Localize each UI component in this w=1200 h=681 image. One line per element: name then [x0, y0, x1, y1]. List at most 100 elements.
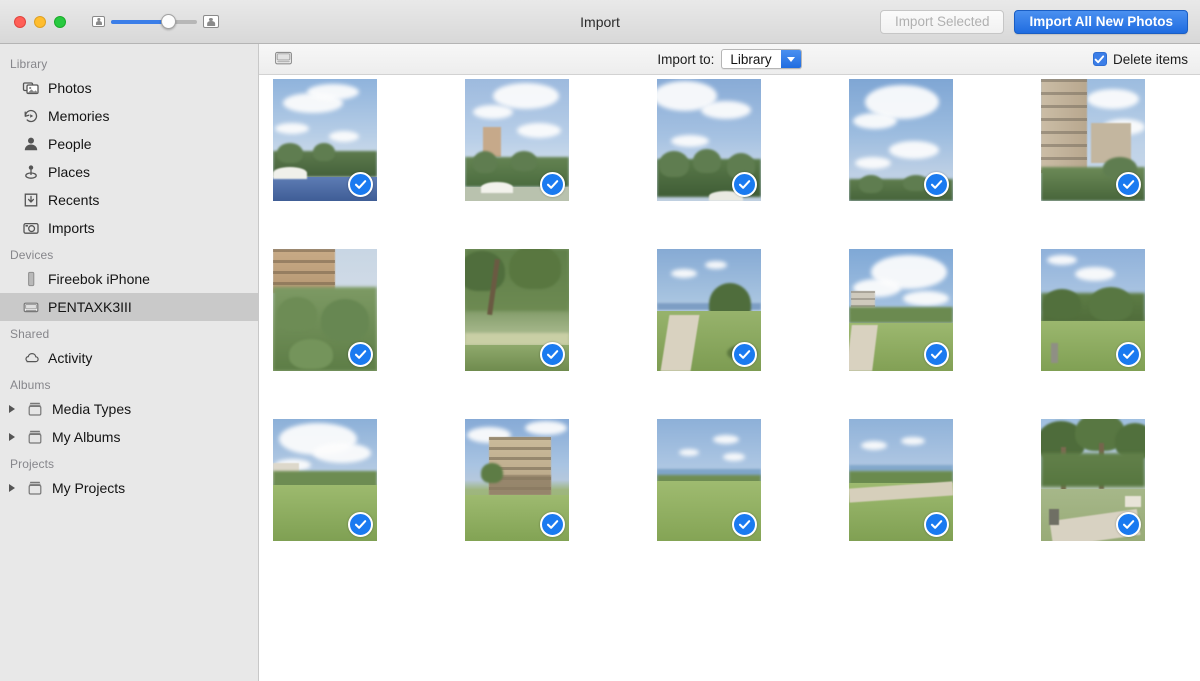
selected-checkmark-badge[interactable] [1116, 512, 1141, 537]
thumbnail-item[interactable] [657, 419, 761, 541]
places-icon [22, 163, 40, 181]
sidebar-item-label: Activity [48, 350, 93, 366]
sidebar-item-activity[interactable]: Activity [0, 344, 258, 372]
import-destination-select[interactable]: Library [721, 49, 802, 69]
thumbnail-size-slider[interactable] [111, 14, 197, 29]
window-titlebar: Import Import Selected Import All New Ph… [0, 0, 1200, 44]
sidebar-item-label: My Projects [52, 480, 126, 496]
selected-checkmark-badge[interactable] [732, 342, 757, 367]
sidebar-item-imports[interactable]: Imports [0, 214, 258, 242]
toolbar-actions: Import Selected Import All New Photos [879, 9, 1200, 34]
minimize-button[interactable] [34, 15, 46, 28]
sidebar-section-projects-header: Projects [10, 457, 55, 471]
close-button[interactable] [14, 15, 26, 28]
selected-checkmark-badge[interactable] [732, 512, 757, 537]
import-all-new-photos-button[interactable]: Import All New Photos [1014, 9, 1188, 34]
import-destination-value: Library [730, 51, 772, 67]
sidebar-item-label: People [48, 136, 92, 152]
chevron-right-icon[interactable] [9, 405, 15, 413]
thumbnail-item[interactable] [273, 419, 377, 541]
import-toolbar: Import to: Library Delete items [259, 44, 1200, 75]
thumbnail-item[interactable] [1041, 419, 1145, 541]
maximize-button[interactable] [54, 15, 66, 28]
recents-icon [22, 191, 40, 209]
imports-icon [22, 219, 40, 237]
sidebar-item-label: Imports [48, 220, 95, 236]
selected-checkmark-badge[interactable] [924, 172, 949, 197]
thumbnail-item[interactable] [849, 79, 953, 201]
sidebar-item-memories[interactable]: Memories [0, 102, 258, 130]
sidebar-section-shared-header: Shared [10, 327, 50, 341]
large-photo-icon [203, 15, 219, 28]
memories-icon [22, 107, 40, 125]
thumbnail-item[interactable] [849, 419, 953, 541]
thumbnail-item[interactable] [273, 249, 377, 371]
thumbnail-size-control [92, 14, 219, 29]
thumbnail-grid [273, 79, 1145, 541]
thumbnail-item[interactable] [273, 79, 377, 201]
thumbnail-item[interactable] [657, 79, 761, 201]
selected-checkmark-badge[interactable] [732, 172, 757, 197]
sidebar: Library Photos Memories People Places Re… [0, 44, 259, 681]
sidebar-item-my-projects[interactable]: My Projects [0, 474, 258, 502]
selected-checkmark-badge[interactable] [348, 172, 373, 197]
selected-checkmark-badge[interactable] [540, 342, 565, 367]
import-to-label: Import to: [657, 51, 715, 67]
sidebar-item-fireebok-iphone[interactable]: Fireebok iPhone [0, 265, 258, 293]
import-destination-group: Import to: Library [259, 49, 1200, 69]
sidebar-section-devices-header: Devices [10, 248, 54, 262]
sidebar-item-label: Recents [48, 192, 100, 208]
sidebar-item-places[interactable]: Places [0, 158, 258, 186]
selected-checkmark-badge[interactable] [1116, 342, 1141, 367]
selected-checkmark-badge[interactable] [1116, 172, 1141, 197]
sidebar-item-label: Photos [48, 80, 92, 96]
cloud-icon [22, 349, 40, 367]
thumbnail-item[interactable] [465, 419, 569, 541]
sidebar-item-people[interactable]: People [0, 130, 258, 158]
selected-checkmark-badge[interactable] [348, 342, 373, 367]
selected-checkmark-badge[interactable] [924, 342, 949, 367]
sidebar-item-my-albums[interactable]: My Albums [0, 423, 258, 451]
traffic-light-group [0, 15, 66, 28]
sidebar-item-label: Fireebok iPhone [48, 271, 150, 287]
chevron-right-icon[interactable] [9, 484, 15, 492]
camera-device-icon [22, 298, 40, 316]
thumbnail-item[interactable] [465, 79, 569, 201]
thumbnail-item[interactable] [1041, 249, 1145, 371]
sidebar-item-recents[interactable]: Recents [0, 186, 258, 214]
sidebar-item-label: Places [48, 164, 91, 180]
chevron-right-icon[interactable] [9, 433, 15, 441]
import-content: Import to: Library Delete items [259, 44, 1200, 681]
slider-fill [111, 19, 165, 24]
chevron-down-icon[interactable] [780, 50, 801, 68]
thumbnail-item[interactable] [1041, 79, 1145, 201]
iphone-icon [22, 270, 40, 288]
album-icon [26, 479, 44, 497]
import-selected-button[interactable]: Import Selected [879, 9, 1005, 34]
slider-knob[interactable] [160, 14, 176, 29]
import-window: Import Import Selected Import All New Ph… [0, 0, 1200, 681]
thumbnail-grid-scroll[interactable] [259, 75, 1200, 681]
selected-checkmark-badge[interactable] [348, 512, 373, 537]
selected-checkmark-badge[interactable] [540, 512, 565, 537]
thumbnail-item[interactable] [465, 249, 569, 371]
sidebar-item-label: Memories [48, 108, 110, 124]
selected-checkmark-badge[interactable] [540, 172, 565, 197]
sidebar-item-pentaxk3iii[interactable]: PENTAXK3III [0, 293, 258, 321]
sidebar-item-label: PENTAXK3III [48, 299, 132, 315]
sidebar-section-albums-header: Albums [10, 378, 51, 392]
sidebar-item-label: Media Types [52, 401, 132, 417]
sidebar-section-library-header: Library [10, 57, 48, 71]
album-icon [26, 400, 44, 418]
selected-checkmark-badge[interactable] [924, 512, 949, 537]
thumbnail-item[interactable] [657, 249, 761, 371]
album-icon [26, 428, 44, 446]
small-photo-icon [92, 16, 105, 27]
photos-icon [22, 79, 40, 97]
sidebar-item-photos[interactable]: Photos [0, 74, 258, 102]
window-body: Library Photos Memories People Places Re… [0, 44, 1200, 681]
sidebar-item-label: My Albums [52, 429, 121, 445]
people-icon [22, 135, 40, 153]
sidebar-item-media-types[interactable]: Media Types [0, 395, 258, 423]
thumbnail-item[interactable] [849, 249, 953, 371]
